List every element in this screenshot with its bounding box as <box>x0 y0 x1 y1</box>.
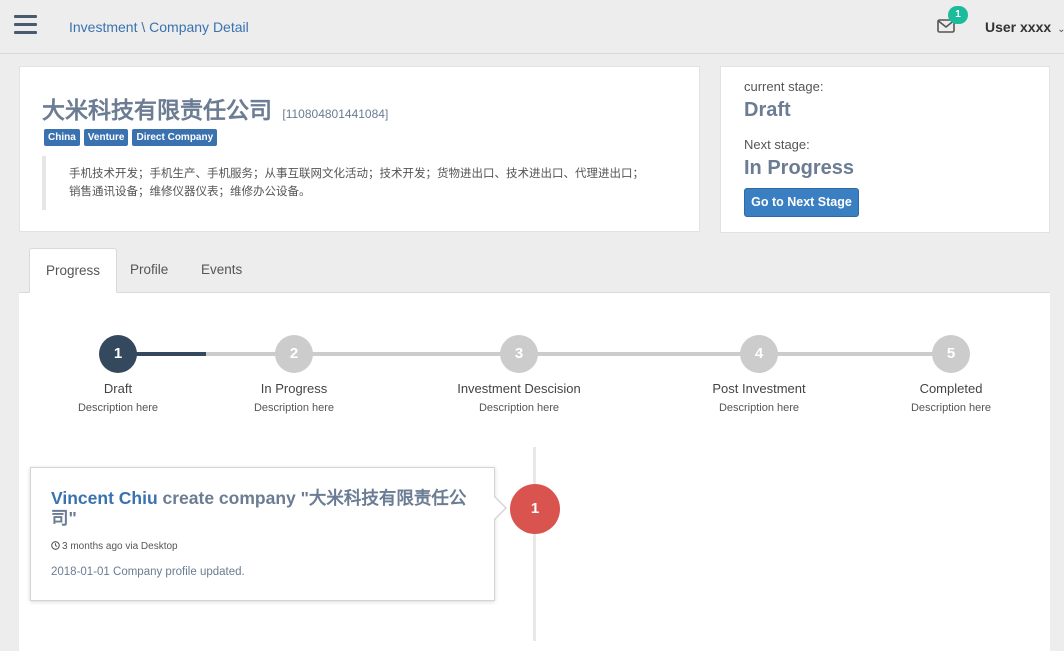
timeline-event-title: Vincent Chiu create company "大米科技有限责任公司" <box>51 488 481 528</box>
top-bar: Investment \ Company Detail 1 User xxxx … <box>0 0 1064 54</box>
next-stage-label: Next stage: <box>744 137 810 152</box>
current-stage-value: Draft <box>744 99 791 121</box>
timeline-axis <box>533 447 536 641</box>
timeline-badge: 1 <box>510 484 560 534</box>
tag-china[interactable]: China <box>44 129 80 146</box>
company-name: 大米科技有限责任公司 <box>42 97 272 123</box>
chevron-down-icon: ⌄ <box>1057 24 1064 35</box>
step-desc-post-investment: Description here <box>718 402 800 414</box>
step-desc-investment-decision: Description here <box>478 402 560 414</box>
step-title-investment-decision: Investment Descision <box>457 381 581 396</box>
company-description: 手机技术开发；手机生产、手机服务；从事互联网文化活动；技术开发；货物进出口、技术… <box>42 156 654 210</box>
company-title: 大米科技有限责任公司 [110804801441084] <box>42 91 388 125</box>
step-desc-completed: Description here <box>910 402 992 414</box>
step-desc-in-progress: Description here <box>253 402 335 414</box>
clock-icon <box>51 541 60 550</box>
step-circle-investment-decision[interactable]: 3 <box>500 335 538 373</box>
company-card: 大米科技有限责任公司 [110804801441084] China Ventu… <box>19 66 700 232</box>
step-circle-in-progress[interactable]: 2 <box>275 335 313 373</box>
timeline-meta: 3 months ago via Desktop <box>51 541 178 552</box>
user-name: User xxxx <box>985 19 1052 35</box>
go-to-next-stage-button[interactable]: Go to Next Stage <box>744 188 859 217</box>
tab-profile[interactable]: Profile <box>114 248 184 293</box>
next-stage-value: In Progress <box>744 157 855 179</box>
step-title-draft: Draft <box>103 381 133 396</box>
tag-venture[interactable]: Venture <box>83 129 129 146</box>
progress-panel: 1 Draft Description here 2 In Progress D… <box>19 293 1050 651</box>
hamburger-icon[interactable] <box>14 15 37 35</box>
tag-direct-company[interactable]: Direct Company <box>132 129 218 146</box>
timeline-card-arrow-fill <box>494 497 505 519</box>
step-desc-draft: Description here <box>77 402 159 414</box>
timeline-event-body: 2018-01-01 Company profile updated. <box>51 566 245 578</box>
tab-progress[interactable]: Progress <box>29 248 118 293</box>
tab-events[interactable]: Events <box>185 248 258 293</box>
timeline-author-link[interactable]: Vincent Chiu <box>51 488 158 508</box>
step-circle-draft[interactable]: 1 <box>99 335 137 373</box>
step-title-post-investment: Post Investment <box>712 381 806 396</box>
breadcrumb[interactable]: Investment \ Company Detail <box>69 19 249 35</box>
step-title-in-progress: In Progress <box>260 381 328 396</box>
timeline-event-card: Vincent Chiu create company "大米科技有限责任公司"… <box>30 467 495 601</box>
company-id: [110804801441084] <box>282 107 389 121</box>
notification-badge: 1 <box>948 6 968 24</box>
stage-card: current stage: Draft Next stage: In Prog… <box>720 66 1050 233</box>
current-stage-label: current stage: <box>744 79 824 94</box>
tab-bar: Progress Profile Events <box>19 248 1050 293</box>
company-tags: China Venture Direct Company <box>44 129 218 146</box>
step-title-completed: Completed <box>919 381 983 396</box>
step-circle-completed[interactable]: 5 <box>932 335 970 373</box>
timeline-meta-text: 3 months ago via Desktop <box>62 541 178 552</box>
user-menu[interactable]: User xxxx ⌄ <box>985 19 1064 35</box>
step-circle-post-investment[interactable]: 4 <box>740 335 778 373</box>
